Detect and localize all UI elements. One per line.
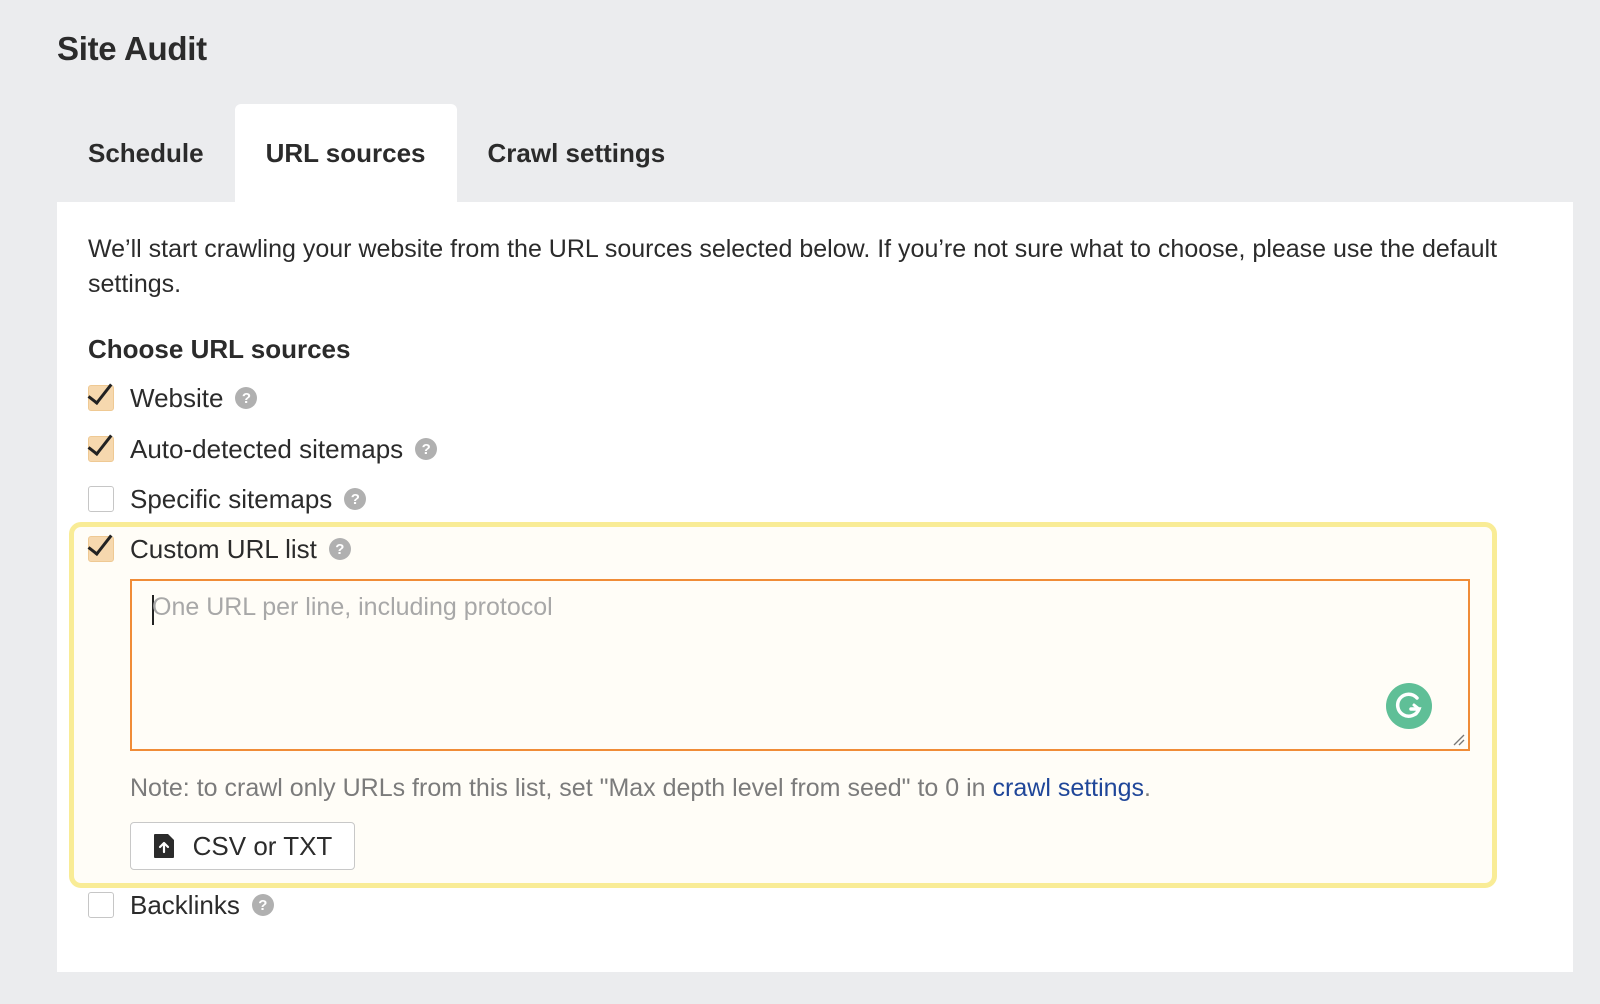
tab-url-sources[interactable]: URL sources bbox=[234, 104, 457, 202]
intro-text: We’ll start crawling your website from t… bbox=[88, 235, 1498, 298]
option-label: Specific sitemaps bbox=[130, 483, 333, 514]
option-label: Custom URL list bbox=[130, 533, 317, 564]
option-label: Auto-detected sitemaps bbox=[130, 433, 404, 464]
page-title: Site Audit bbox=[57, 30, 207, 67]
resize-handle-icon[interactable] bbox=[1453, 734, 1465, 746]
file-upload-icon bbox=[153, 834, 174, 858]
textarea-placeholder: One URL per line, including protocol bbox=[152, 593, 553, 621]
tab-schedule[interactable]: Schedule bbox=[57, 104, 235, 202]
note-text: Note: to crawl only URLs from this list,… bbox=[130, 774, 993, 802]
backlinks-checkbox[interactable] bbox=[88, 892, 114, 918]
option-custom-url-list: Custom URL list ? bbox=[88, 534, 351, 564]
help-icon[interactable]: ? bbox=[328, 538, 351, 560]
upload-label: CSV or TXT bbox=[192, 830, 333, 861]
upload-csv-txt-button[interactable]: CSV or TXT bbox=[130, 822, 355, 870]
note-suffix: . bbox=[1143, 774, 1151, 802]
help-icon[interactable]: ? bbox=[415, 438, 438, 460]
section-title: Choose URL sources bbox=[88, 334, 351, 364]
option-label: Backlinks bbox=[130, 889, 240, 920]
custom-url-list-checkbox[interactable] bbox=[88, 536, 114, 562]
custom-list-note: Note: to crawl only URLs from this list,… bbox=[130, 774, 1151, 803]
help-icon[interactable]: ? bbox=[251, 894, 274, 916]
option-website: Website ? bbox=[88, 382, 258, 413]
specific-sitemaps-checkbox[interactable] bbox=[88, 486, 114, 512]
option-backlinks: Backlinks ? bbox=[88, 890, 274, 920]
tab-bar: Schedule URL sources Crawl settings bbox=[57, 104, 696, 202]
help-icon[interactable]: ? bbox=[235, 387, 258, 409]
custom-url-textarea[interactable]: One URL per line, including protocol bbox=[130, 579, 1470, 751]
tab-crawl-settings[interactable]: Crawl settings bbox=[457, 104, 697, 202]
option-label: Website bbox=[130, 382, 224, 413]
help-icon[interactable]: ? bbox=[344, 488, 367, 510]
auto-detected-sitemaps-checkbox[interactable] bbox=[88, 436, 114, 462]
option-specific-sitemaps: Specific sitemaps ? bbox=[88, 483, 367, 514]
url-sources-panel: We’ll start crawling your website from t… bbox=[57, 202, 1573, 972]
option-auto-detected-sitemaps: Auto-detected sitemaps ? bbox=[88, 433, 438, 464]
website-checkbox[interactable] bbox=[88, 385, 114, 411]
crawl-settings-link[interactable]: crawl settings bbox=[993, 774, 1144, 802]
grammarly-icon[interactable] bbox=[1386, 683, 1432, 729]
